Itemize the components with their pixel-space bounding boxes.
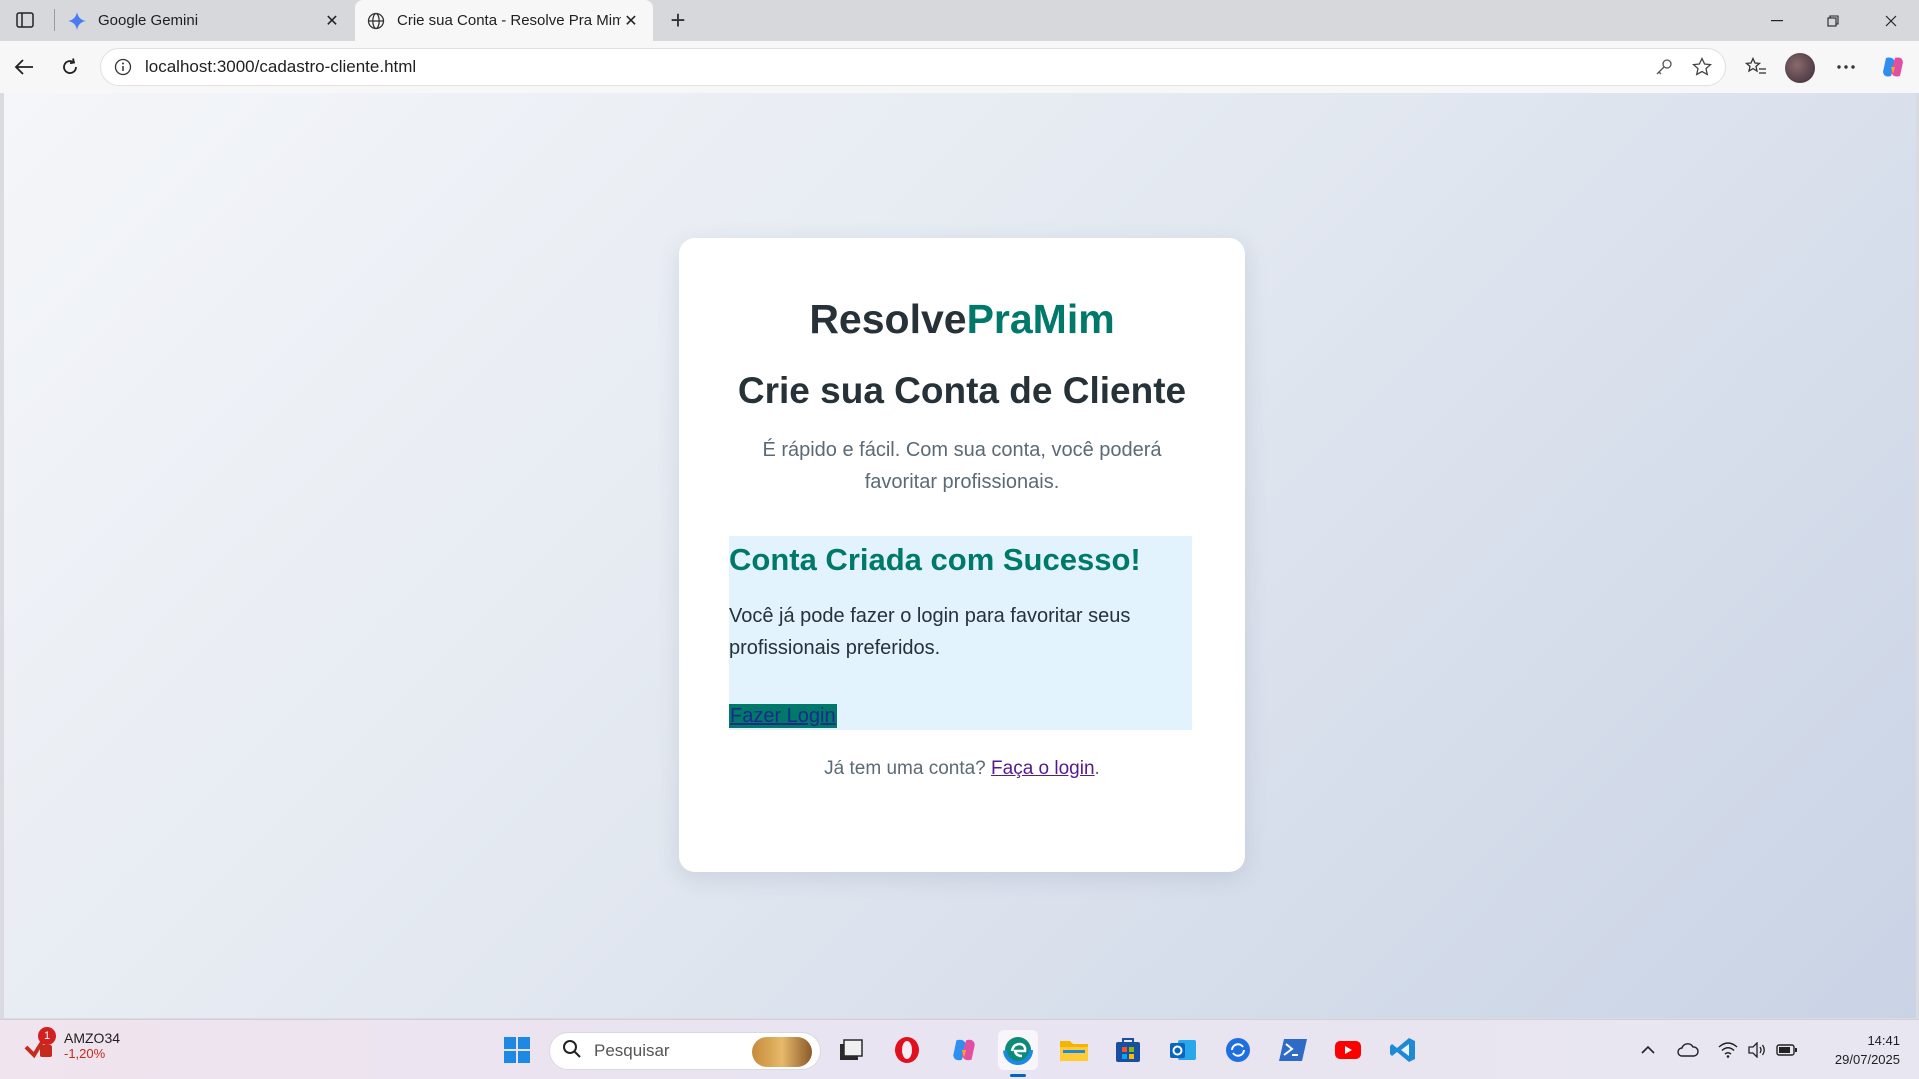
store-icon[interactable]: [1108, 1030, 1148, 1070]
tab-label: Crie sua Conta - Resolve Pra Mim: [397, 12, 621, 29]
signup-card: ResolvePraMim Crie sua Conta de Cliente …: [679, 238, 1245, 872]
tab-label: Google Gemini: [98, 12, 199, 29]
copilot-icon[interactable]: [1877, 51, 1909, 83]
search-highlight-image: [752, 1037, 812, 1067]
login-button[interactable]: Fazer Login: [729, 704, 837, 728]
windows-start-icon[interactable]: [497, 1030, 537, 1070]
sync-app-icon[interactable]: [1218, 1030, 1258, 1070]
search-icon: [562, 1039, 582, 1064]
clock-date: 29/07/2025: [1834, 1052, 1900, 1067]
tab-google-gemini[interactable]: Google Gemini ✕: [56, 0, 354, 41]
onedrive-cloud-icon[interactable]: [1676, 1038, 1700, 1062]
login-link[interactable]: Faça o login: [991, 758, 1095, 779]
taskbar-search[interactable]: Pesquisar: [549, 1032, 821, 1070]
show-hidden-icons-chevron-icon[interactable]: [1636, 1038, 1660, 1062]
copilot-app-icon[interactable]: [944, 1030, 984, 1070]
profile-avatar[interactable]: [1785, 53, 1815, 83]
wifi-icon[interactable]: [1716, 1038, 1740, 1062]
system-clock[interactable]: 14:41 29/07/2025: [1800, 1031, 1900, 1069]
url-text[interactable]: localhost:3000/cadastro-cliente.html: [145, 57, 1649, 77]
windows-taskbar: 1 AMZO34 -1,20% Pesquisar 14:41 29/07/20…: [0, 1019, 1919, 1079]
login-prompt: Já tem uma conta? Faça o login.: [679, 758, 1245, 780]
favorite-star-icon[interactable]: [1687, 52, 1717, 82]
edge-icon[interactable]: [998, 1030, 1038, 1070]
tab-separator: [54, 9, 55, 31]
success-text: Você já pode fazer o login para favorita…: [729, 605, 1131, 659]
brand-logo: ResolvePraMim: [679, 296, 1245, 343]
success-message-box: Conta Criada com Sucesso! Você já pode f…: [729, 536, 1192, 730]
close-tab-icon[interactable]: ✕: [322, 11, 342, 31]
reload-icon[interactable]: [54, 51, 86, 83]
battery-icon[interactable]: [1775, 1038, 1799, 1062]
login-prompt-suffix: .: [1094, 758, 1100, 779]
volume-icon[interactable]: [1745, 1038, 1769, 1062]
back-icon[interactable]: [8, 51, 40, 83]
restore-icon[interactable]: [1805, 0, 1861, 41]
close-window-icon[interactable]: [1863, 0, 1919, 41]
minimize-icon[interactable]: [1749, 0, 1805, 41]
opera-icon[interactable]: [887, 1030, 927, 1070]
powershell-icon[interactable]: [1273, 1030, 1313, 1070]
brand-part-1: Resolve: [809, 296, 967, 342]
page-viewport: ResolvePraMim Crie sua Conta de Cliente …: [4, 93, 1916, 1018]
login-prompt-text: Já tem uma conta?: [824, 758, 986, 779]
site-info-icon[interactable]: [113, 57, 133, 77]
page-title: Crie sua Conta de Cliente: [737, 370, 1187, 411]
browser-titlebar: Google Gemini ✕ Crie sua Conta - Resolve…: [0, 0, 1919, 41]
task-view-icon[interactable]: [831, 1030, 871, 1070]
browser-toolbar: localhost:3000/cadastro-cliente.html: [0, 41, 1919, 93]
vscode-icon[interactable]: [1383, 1030, 1423, 1070]
stock-change: -1,20%: [64, 1046, 106, 1061]
new-tab-button[interactable]: +: [664, 5, 692, 35]
more-options-icon[interactable]: [1830, 51, 1862, 83]
clock-time: 14:41: [1867, 1033, 1900, 1048]
notification-badge: 1: [38, 1026, 56, 1045]
stock-symbol: AMZO34: [64, 1030, 121, 1046]
stock-trend-icon: 1: [24, 1026, 56, 1061]
tab-actions-icon[interactable]: [10, 8, 40, 32]
search-placeholder: Pesquisar: [594, 1041, 670, 1060]
tab-crie-sua-conta[interactable]: Crie sua Conta - Resolve Pra Mim ✕: [355, 0, 653, 41]
success-title: Conta Criada com Sucesso!: [729, 542, 1141, 577]
stock-widget[interactable]: 1 AMZO34 -1,20%: [24, 1026, 121, 1061]
close-tab-icon[interactable]: ✕: [621, 11, 641, 31]
outlook-icon[interactable]: [1163, 1030, 1203, 1070]
address-bar[interactable]: localhost:3000/cadastro-cliente.html: [100, 48, 1726, 86]
key-icon[interactable]: [1649, 52, 1679, 82]
gemini-icon: [68, 11, 86, 30]
favorites-list-icon[interactable]: [1740, 51, 1772, 83]
page-subtitle: É rápido e fácil. Com sua conta, você po…: [762, 439, 1162, 493]
active-app-indicator: [1010, 1074, 1026, 1077]
brand-part-2: PraMim: [966, 296, 1115, 342]
youtube-icon[interactable]: [1328, 1030, 1368, 1070]
file-explorer-icon[interactable]: [1054, 1030, 1094, 1070]
globe-icon: [367, 12, 385, 30]
